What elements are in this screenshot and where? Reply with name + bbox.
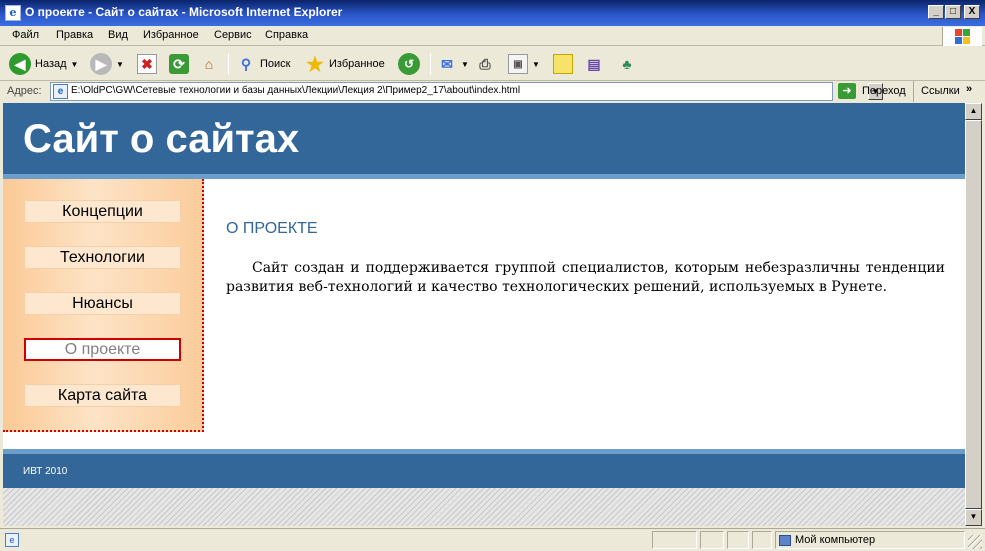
- toolbar-separator: [228, 53, 229, 75]
- refresh-icon: ⟳: [169, 54, 189, 74]
- site-footer: ИВТ 2010: [3, 454, 965, 488]
- home-button[interactable]: ⌂: [199, 52, 219, 76]
- title-bar: e О проекте - Сайт о сайтах - Microsoft …: [0, 0, 985, 26]
- footer-copyright: ИВТ 2010: [23, 466, 68, 477]
- menu-favorites[interactable]: Избранное: [143, 29, 199, 41]
- messenger-button[interactable]: ♣: [617, 52, 637, 76]
- page-status-icon: e: [5, 533, 19, 547]
- status-cell: [652, 531, 697, 549]
- links-button[interactable]: Ссылки »: [913, 81, 972, 102]
- home-icon: ⌂: [204, 56, 214, 72]
- go-label: Переход: [862, 85, 906, 97]
- discuss-button[interactable]: [553, 52, 573, 76]
- back-dropdown-icon[interactable]: ▼: [71, 60, 79, 69]
- page-viewport: Сайт о сайтах Концепции Технологии Нюанс…: [3, 103, 965, 526]
- scroll-up-button[interactable]: ▲: [965, 103, 982, 120]
- content-heading: О ПРОЕКТЕ: [226, 220, 318, 237]
- favorites-label: Избранное: [329, 58, 385, 70]
- scroll-down-button[interactable]: ▼: [965, 509, 982, 526]
- address-url[interactable]: E:\OldPC\GW\Сетевые технологии и базы да…: [71, 85, 520, 96]
- nav-item-technologies[interactable]: Технологии: [24, 246, 181, 269]
- print-button[interactable]: ⎙: [475, 52, 495, 76]
- sidebar-nav: Концепции Технологии Нюансы О проекте Ка…: [3, 179, 204, 432]
- print-icon: ⎙: [479, 55, 491, 72]
- status-cell: [700, 531, 724, 549]
- page-icon: e: [53, 84, 68, 99]
- toolbar: ◀ Назад ▼ ▶ ▼ ✖ ⟳ ⌂ ⚲ Поиск ★ Избранное …: [0, 47, 985, 81]
- address-label: Адрес:: [7, 85, 42, 97]
- status-bar: e Мой компьютер: [0, 528, 985, 551]
- site-body: Концепции Технологии Нюансы О проекте Ка…: [3, 179, 965, 449]
- nav-item-concepts[interactable]: Концепции: [24, 200, 181, 223]
- vertical-scrollbar[interactable]: ▲ ▼: [965, 103, 982, 526]
- site-title: Сайт о сайтах: [23, 117, 300, 161]
- go-arrow-icon: ➜: [838, 83, 856, 99]
- favorites-star-icon: ★: [306, 53, 324, 76]
- stop-icon: ✖: [137, 54, 157, 74]
- menu-help[interactable]: Справка: [265, 29, 308, 41]
- menu-view[interactable]: Вид: [108, 29, 128, 41]
- edit-icon: ▣: [508, 54, 528, 74]
- back-button[interactable]: ◀ Назад ▼: [9, 52, 78, 76]
- nav-item-about[interactable]: О проекте: [24, 338, 181, 361]
- site-header: Сайт о сайтах: [3, 103, 965, 174]
- note-icon: [553, 54, 573, 74]
- maximize-button[interactable]: □: [945, 5, 961, 19]
- resize-grip-icon[interactable]: [968, 535, 982, 549]
- menu-file[interactable]: Файл: [12, 29, 39, 41]
- security-zone: Мой компьютер: [775, 531, 965, 549]
- edit-dropdown-icon[interactable]: ▼: [532, 60, 540, 69]
- search-label: Поиск: [260, 58, 291, 70]
- mail-button[interactable]: ✉ ▼: [437, 52, 469, 76]
- nav-item-sitemap[interactable]: Карта сайта: [24, 384, 181, 407]
- zone-label: Мой компьютер: [795, 534, 876, 546]
- back-label: Назад: [35, 58, 67, 70]
- go-button[interactable]: ➜ Переход: [838, 83, 906, 99]
- menu-bar: Файл Правка Вид Избранное Сервис Справка: [0, 26, 985, 46]
- edit-button[interactable]: ▣ ▼: [508, 52, 540, 76]
- search-button[interactable]: ⚲ Поиск: [236, 52, 291, 76]
- links-label: Ссылки: [921, 85, 960, 97]
- ie-app-icon[interactable]: e: [5, 5, 21, 21]
- mail-dropdown-icon[interactable]: ▼: [461, 60, 469, 69]
- minimize-button[interactable]: _: [928, 5, 944, 19]
- favorites-button[interactable]: ★ Избранное: [305, 52, 385, 76]
- content-paragraph: Сайт создан и поддерживается группой спе…: [226, 260, 945, 295]
- toolbar-separator: [430, 53, 431, 75]
- windows-logo-icon: [942, 27, 982, 46]
- close-button[interactable]: X: [964, 5, 980, 19]
- forward-arrow-icon: ▶: [90, 53, 112, 75]
- stop-button[interactable]: ✖: [137, 52, 157, 76]
- mail-icon: ✉: [441, 55, 453, 72]
- nav-item-nuances[interactable]: Нюансы: [24, 292, 181, 315]
- menu-edit[interactable]: Правка: [56, 29, 93, 41]
- address-bar: Адрес: e E:\OldPC\GW\Сетевые технологии …: [0, 81, 985, 102]
- back-arrow-icon: ◀: [9, 53, 31, 75]
- refresh-button[interactable]: ⟳: [169, 52, 189, 76]
- search-icon: ⚲: [240, 55, 252, 72]
- forward-dropdown-icon[interactable]: ▼: [116, 60, 124, 69]
- computer-icon: [779, 534, 791, 546]
- chevron-right-icon[interactable]: »: [966, 79, 972, 99]
- history-button[interactable]: ↺: [398, 52, 420, 76]
- research-button[interactable]: ▤: [584, 52, 604, 76]
- address-input[interactable]: e E:\OldPC\GW\Сетевые технологии и базы …: [50, 82, 883, 101]
- forward-button[interactable]: ▶ ▼: [90, 52, 124, 76]
- status-cell: [752, 531, 772, 549]
- messenger-icon: ♣: [622, 56, 632, 72]
- research-icon: ▤: [587, 55, 601, 72]
- history-icon: ↺: [398, 53, 420, 75]
- status-cell: [727, 531, 749, 549]
- window-title: О проекте - Сайт о сайтах - Microsoft In…: [25, 5, 343, 19]
- menu-tools[interactable]: Сервис: [214, 29, 252, 41]
- scroll-thumb[interactable]: [965, 120, 982, 509]
